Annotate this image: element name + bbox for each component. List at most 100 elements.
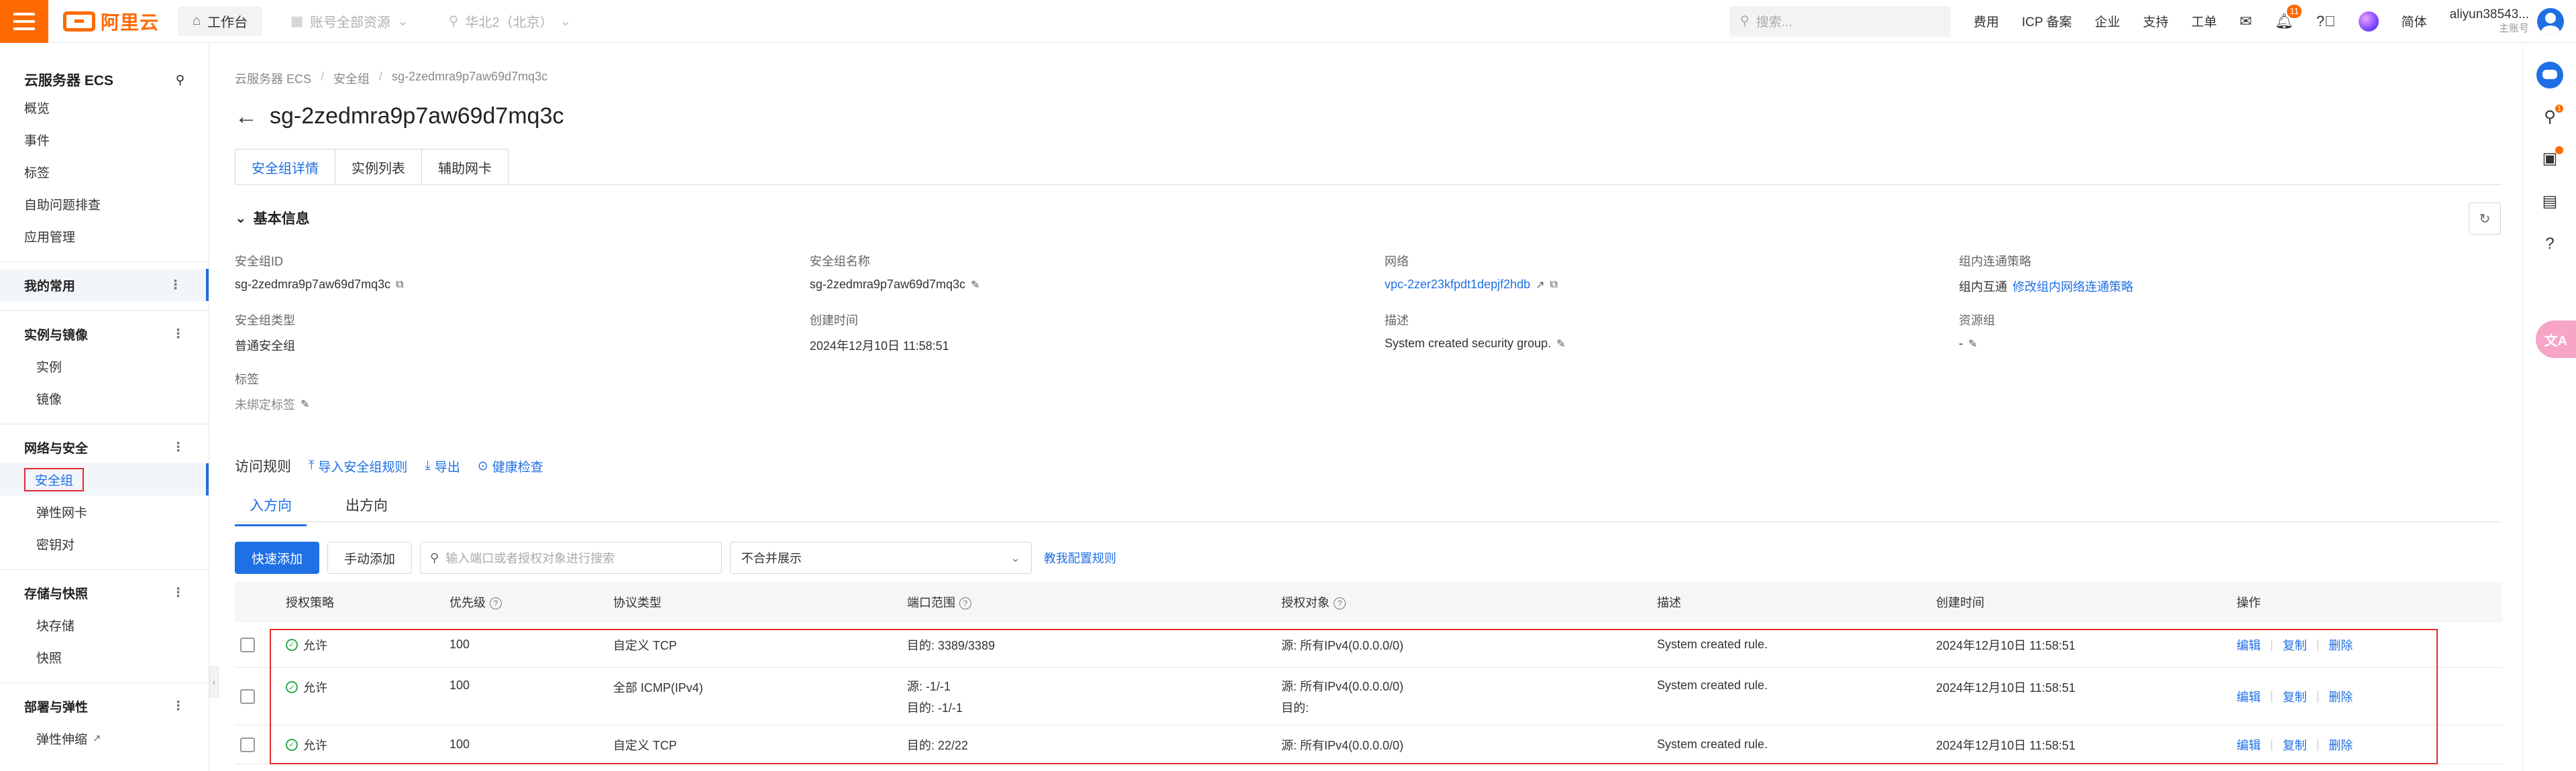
sidebar-item-images[interactable]: 镜像 [0,382,209,414]
sidebar-collapse-handle[interactable]: ‹ [209,666,219,697]
grid-icon: ▦ [290,14,304,29]
field-sg-type: 安全组类型 普通安全组 [235,311,785,354]
calendar-icon[interactable]: ▤ [2540,192,2559,211]
language-switch[interactable]: 简体 [2402,12,2427,30]
sidebar-item-events[interactable]: 事件 [0,123,209,156]
edit-link[interactable]: 编辑 [2237,736,2261,754]
translate-float-button[interactable]: 文A [2536,320,2576,358]
edit-icon[interactable]: ✎ [1968,337,1977,351]
copy-link[interactable]: 复制 [2283,688,2307,705]
link-enterprise[interactable]: 企业 [2094,12,2120,30]
col-ops: 操作 [2237,596,2261,609]
edit-icon[interactable]: ✎ [301,398,309,411]
health-check-link[interactable]: ⊙ 健康检查 [478,457,543,475]
col-port-label: 端口范围 [907,596,955,609]
quick-add-button[interactable]: 快速添加 [235,542,320,574]
edit-icon[interactable]: ✎ [1556,337,1565,351]
more-icon[interactable]: ⋮ [169,278,182,293]
help-icon[interactable]: ? [959,597,971,610]
sidebar-group-storage-snapshots[interactable]: 存储与快照 ⋮ [0,577,209,609]
back-arrow-icon[interactable]: ← [235,105,258,128]
more-icon[interactable]: ⋮ [172,585,184,601]
help-icon[interactable]: ?⃝ [2316,13,2336,30]
workbench-button[interactable]: ⌂ 工作台 [178,6,263,36]
delete-link[interactable]: 删除 [2328,688,2353,705]
search-icon[interactable]: ⚲ [176,73,184,87]
sidebar-group-instances-images[interactable]: 实例与镜像 ⋮ [0,318,209,350]
external-link-icon[interactable]: ↗ [1536,278,1544,292]
help-icon[interactable]: ? [1334,597,1346,610]
protocol-value: 自定义 TCP [613,638,678,652]
export-link[interactable]: ⤓ 导出 [425,457,460,475]
copy-link[interactable]: 复制 [2283,736,2307,754]
detail-tabs: 安全组详情 实例列表 辅助网卡 [235,149,508,185]
global-search-input[interactable]: ⚲ 搜索... [1729,5,1951,37]
edit-link[interactable]: 编辑 [2237,688,2261,705]
sidebar-item-security-groups[interactable]: 安全组 [0,463,209,495]
merge-display-select[interactable]: 不合并展示 ⌄ [730,542,1032,574]
account-resources-dropdown[interactable]: ▦ 账号全部资源 ⌄ [278,7,421,36]
sidebar-group-deploy-elastic[interactable]: 部署与弹性 ⋮ [0,690,209,722]
more-icon[interactable]: ⋮ [172,327,184,342]
sidebar-item-instances[interactable]: 实例 [0,350,209,382]
more-icon[interactable]: ⋮ [172,440,184,455]
notes-icon[interactable]: ▣ [2540,146,2563,168]
search-icon[interactable]: ⚲ 1 [2540,105,2563,126]
delete-link[interactable]: 删除 [2328,636,2353,654]
sidebar-item-troubleshoot[interactable]: 自助问题排查 [0,188,209,220]
security-groups-label: 安全组 [24,467,85,491]
help-icon[interactable]: ? [2540,235,2559,253]
region-dropdown[interactable]: ⚲ 华北2（北京） ⌄ [437,7,584,36]
bell-icon[interactable]: 🔔︎ 11 [2275,4,2302,30]
breadcrumb-security-groups[interactable]: 安全组 [333,70,370,87]
external-link-icon: ↗ [93,733,101,744]
tab-sg-details[interactable]: 安全组详情 [235,149,335,185]
aliyun-logo[interactable]: 阿里云 [63,0,159,43]
import-rules-link[interactable]: ⤒ 导入安全组规则 [309,457,407,475]
edit-icon[interactable]: ✎ [971,278,979,292]
manual-add-button[interactable]: 手动添加 [327,542,413,574]
delete-link[interactable]: 删除 [2328,736,2353,754]
modify-intra-policy-link[interactable]: 修改组内网络连通策略 [2012,278,2133,295]
more-icon[interactable]: ⋮ [172,699,184,714]
shield-check-icon: ⊙ [477,459,488,473]
rule-search-input[interactable]: ⚲ 输入端口或者授权对象进行搜索 [420,542,722,574]
ai-assistant-icon[interactable] [2358,11,2379,32]
vpc-link[interactable]: vpc-2zer23kfpdt1depjf2hdb [1385,278,1530,292]
refresh-button[interactable]: ↻ [2469,202,2501,235]
sidebar-item-snapshots[interactable]: 快照 [0,641,209,673]
row-checkbox[interactable] [240,637,255,652]
link-ticket[interactable]: 工单 [2192,12,2217,30]
basic-info-header[interactable]: ⌄ 基本信息 [235,208,310,228]
sidebar-group-favorites[interactable]: 我的常用 ⋮ [0,269,209,301]
sidebar-item-tags[interactable]: 标签 [0,156,209,188]
teach-config-link[interactable]: 教我配置规则 [1044,549,1116,567]
sidebar-group-network-security[interactable]: 网络与安全 ⋮ [0,431,209,463]
link-fees[interactable]: 费用 [1974,12,1999,30]
copy-link[interactable]: 复制 [2283,636,2307,654]
sidebar-item-keypairs[interactable]: 密钥对 [0,528,209,560]
menu-icon[interactable] [0,0,48,43]
field-label: 资源组 [1959,314,1995,327]
tab-secondary-eni[interactable]: 辅助网卡 [421,149,508,185]
sidebar-item-auto-scaling[interactable]: 弹性伸缩 ↗ [0,722,209,754]
copy-icon[interactable]: ⧉ [1550,279,1558,291]
row-checkbox[interactable] [240,737,255,752]
edit-link[interactable]: 编辑 [2237,636,2261,654]
copy-icon[interactable]: ⧉ [396,279,403,291]
breadcrumb-ecs[interactable]: 云服务器 ECS [235,70,311,87]
help-icon[interactable]: ? [490,597,502,610]
message-icon[interactable]: ✉ [2240,13,2252,30]
link-support[interactable]: 支持 [2143,12,2169,30]
link-icp[interactable]: ICP 备案 [2022,12,2072,30]
assistant-bot-icon[interactable] [2536,62,2563,88]
sidebar-item-overview[interactable]: 概览 [0,91,209,123]
sidebar-item-block-storage[interactable]: 块存储 [0,609,209,641]
row-checkbox[interactable] [240,689,255,704]
tab-instance-list[interactable]: 实例列表 [335,149,422,185]
sidebar-item-app-management[interactable]: 应用管理 [0,220,209,252]
avatar[interactable] [2537,7,2564,35]
user-info[interactable]: aliyun38543... 主账号 [2450,7,2529,35]
sidebar-item-eni[interactable]: 弹性网卡 [0,495,209,528]
col-port: 端口范围? [907,582,971,622]
